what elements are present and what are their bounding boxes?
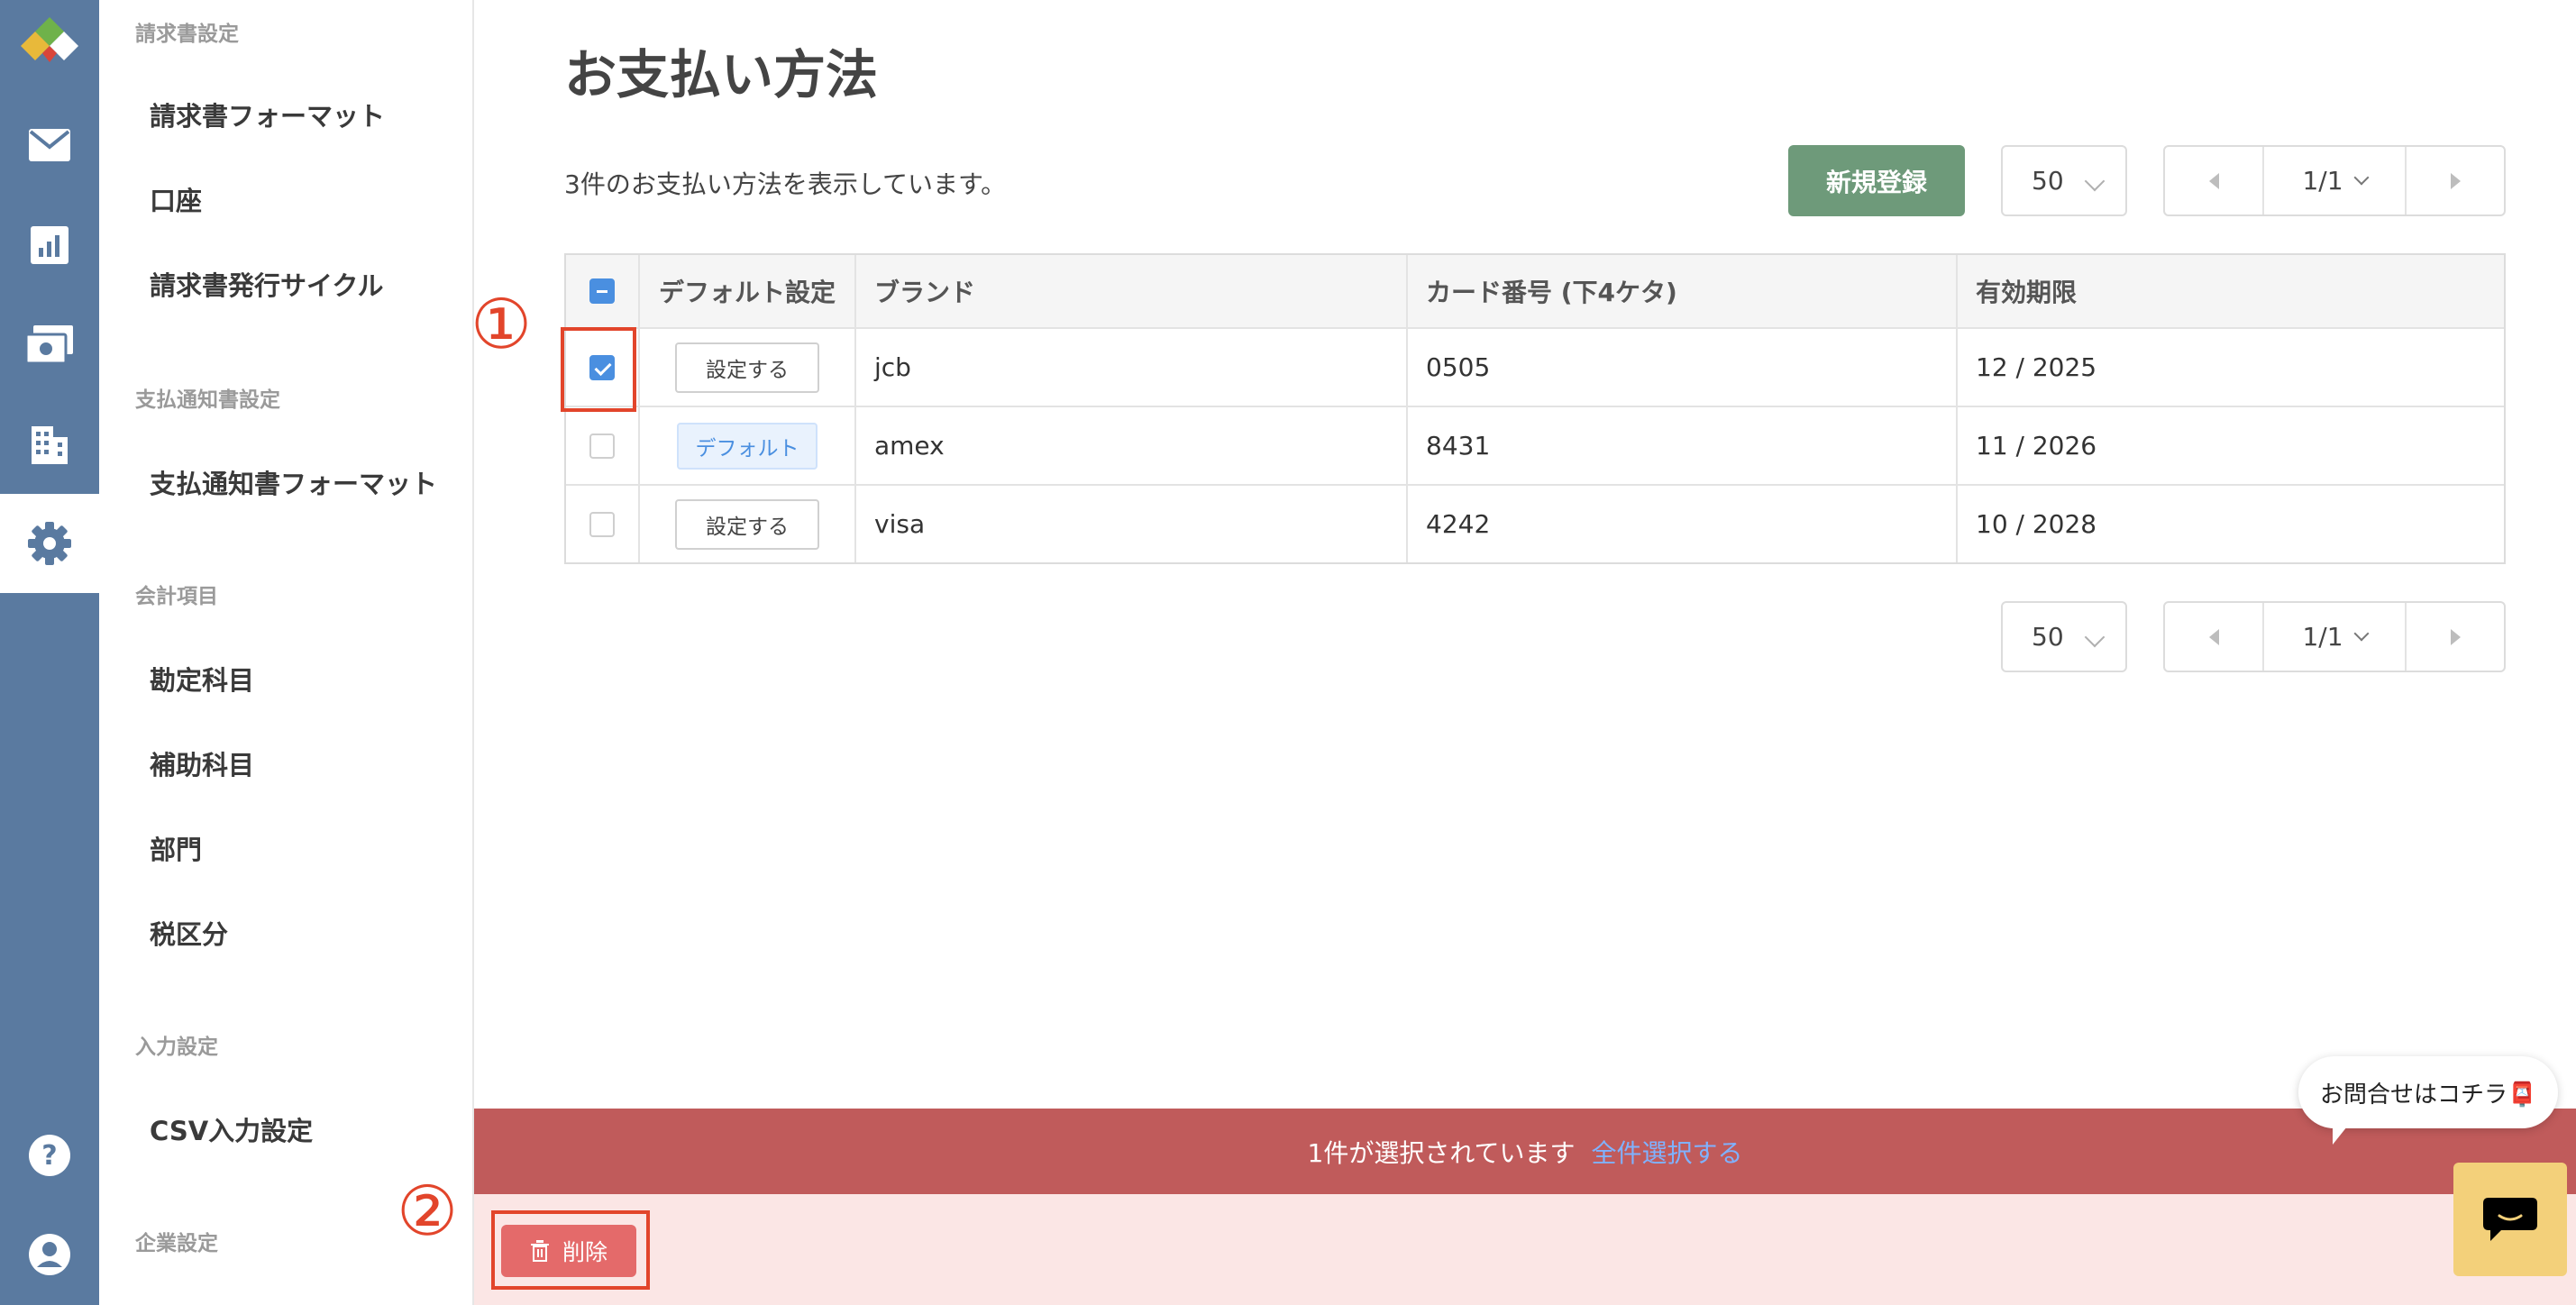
caret-left-icon: [2208, 628, 2219, 645]
next-page-button[interactable]: [2405, 147, 2504, 214]
brand-cell: visa: [854, 486, 1406, 562]
expiry-cell: 10 / 2028: [1956, 486, 2507, 562]
sidebar-section-payment-notice: 支払通知書設定: [135, 388, 280, 412]
help-icon[interactable]: ?: [24, 1130, 75, 1181]
select-all-link[interactable]: 全件選択する: [1591, 1134, 1742, 1170]
chevron-down-icon: [2084, 626, 2106, 648]
set-default-button[interactable]: 設定する: [675, 498, 819, 550]
per-page-select-top[interactable]: 50: [2001, 145, 2127, 216]
card-number-cell: 0505: [1406, 329, 1956, 406]
mail-icon[interactable]: [24, 120, 75, 170]
default-cell: 設定する: [638, 486, 854, 562]
page-title: お支払い方法: [564, 44, 879, 105]
chat-icon: [2483, 1198, 2537, 1241]
set-default-button[interactable]: 設定する: [675, 342, 819, 393]
header-default: デフォルト設定: [638, 255, 854, 327]
page-indicator: 1/1: [2302, 166, 2343, 196]
sidebar-item-account-title[interactable]: 勘定科目: [150, 660, 254, 698]
sidebar-item-department[interactable]: 部門: [150, 829, 202, 867]
sidebar-item-csv-input[interactable]: CSV入力設定: [150, 1110, 313, 1148]
row-checkbox[interactable]: [589, 511, 615, 537]
sidebar-item-tax-category[interactable]: 税区分: [150, 914, 228, 952]
sidebar-section-input: 入力設定: [135, 1036, 218, 1059]
annotation-box-delete: [491, 1210, 650, 1290]
icon-rail: ?: [0, 0, 99, 1305]
sidebar-item-account[interactable]: 口座: [150, 180, 202, 218]
chevron-down-icon: [2084, 170, 2106, 192]
building-icon[interactable]: [24, 418, 75, 469]
annotation-box-checkbox: [561, 327, 636, 412]
brand-cell: jcb: [854, 329, 1406, 406]
sidebar-section-company: 企業設定: [135, 1232, 218, 1255]
pagination-top: 1/1: [2163, 145, 2506, 216]
next-page-button[interactable]: [2405, 603, 2504, 671]
brand-cell: amex: [854, 407, 1406, 484]
default-cell: デフォルト: [638, 407, 854, 484]
row-checkbox[interactable]: [589, 433, 615, 459]
pagination-bottom: 1/1: [2163, 601, 2506, 672]
prev-page-button[interactable]: [2165, 603, 2264, 671]
expiry-cell: 11 / 2026: [1956, 407, 2507, 484]
row-checkbox-cell: [566, 407, 638, 484]
svg-text:?: ?: [41, 1140, 57, 1172]
sidebar-item-invoice-format[interactable]: 請求書フォーマット: [150, 96, 385, 133]
page-select[interactable]: 1/1: [2264, 603, 2405, 671]
chevron-down-icon: [2353, 625, 2370, 641]
header-card-number: カード番号 (下4ケタ): [1406, 255, 1956, 327]
card-number-cell: 8431: [1406, 407, 1956, 484]
settings-sidebar: 請求書設定 請求書フォーマット 口座 請求書発行サイクル 支払通知書設定 支払通…: [99, 0, 474, 1305]
annotation-marker-1: ①: [470, 284, 533, 364]
chart-icon[interactable]: [24, 220, 75, 270]
header-expiry: 有効期限: [1956, 255, 2507, 327]
per-page-value: 50: [2032, 166, 2064, 196]
card-number-cell: 4242: [1406, 486, 1956, 562]
payment-methods-table: デフォルト設定 ブランド カード番号 (下4ケタ) 有効期限 設定する jcb …: [564, 253, 2506, 564]
caret-left-icon: [2208, 172, 2219, 189]
chevron-down-icon: [2353, 169, 2370, 185]
prev-page-button[interactable]: [2165, 147, 2264, 214]
expiry-cell: 12 / 2025: [1956, 329, 2507, 406]
table-row: 設定する visa 4242 10 / 2028: [566, 484, 2504, 562]
default-badge: デフォルト: [677, 422, 818, 470]
header-checkbox-cell: [566, 255, 638, 327]
sidebar-section-accounting: 会計項目: [135, 585, 218, 608]
per-page-select-bottom[interactable]: 50: [2001, 601, 2127, 672]
page-indicator: 1/1: [2302, 622, 2343, 652]
table-row: 設定する jcb 0505 12 / 2025: [566, 327, 2504, 406]
table-header-row: デフォルト設定 ブランド カード番号 (下4ケタ) 有効期限: [566, 255, 2504, 327]
bulk-action-bar: 削除: [474, 1194, 2576, 1305]
sidebar-item-payment-notice-format[interactable]: 支払通知書フォーマット: [150, 463, 437, 501]
default-cell: 設定する: [638, 329, 854, 406]
annotation-marker-2: ②: [397, 1171, 459, 1251]
page-select[interactable]: 1/1: [2264, 147, 2405, 214]
sidebar-item-sub-account[interactable]: 補助科目: [150, 744, 254, 782]
result-count: 3件のお支払い方法を表示しています。: [564, 169, 1007, 199]
sidebar-item-invoice-cycle[interactable]: 請求書発行サイクル: [150, 265, 384, 303]
table-row: デフォルト amex 8431 11 / 2026: [566, 406, 2504, 484]
chat-bubble-tail: [2333, 1118, 2354, 1145]
chat-prompt-text: お問合せはコチラ📮: [2320, 1081, 2537, 1109]
select-all-checkbox[interactable]: [589, 278, 615, 304]
caret-right-icon: [2450, 628, 2461, 645]
header-brand: ブランド: [854, 255, 1406, 327]
chat-launcher-button[interactable]: [2453, 1163, 2567, 1276]
new-register-button[interactable]: 新規登録: [1788, 145, 1965, 216]
sidebar-section-invoice: 請求書設定: [135, 23, 239, 46]
selection-bar: 1件が選択されています 全件選択する: [474, 1109, 2576, 1194]
gear-icon[interactable]: [24, 518, 75, 569]
account-icon[interactable]: [24, 1229, 75, 1280]
payment-icon[interactable]: [24, 319, 75, 370]
row-checkbox-cell: [566, 486, 638, 562]
selection-count: 1件が選択されています: [1307, 1137, 1576, 1168]
per-page-value: 50: [2032, 622, 2064, 652]
app-logo[interactable]: [21, 15, 78, 64]
caret-right-icon: [2450, 172, 2461, 189]
